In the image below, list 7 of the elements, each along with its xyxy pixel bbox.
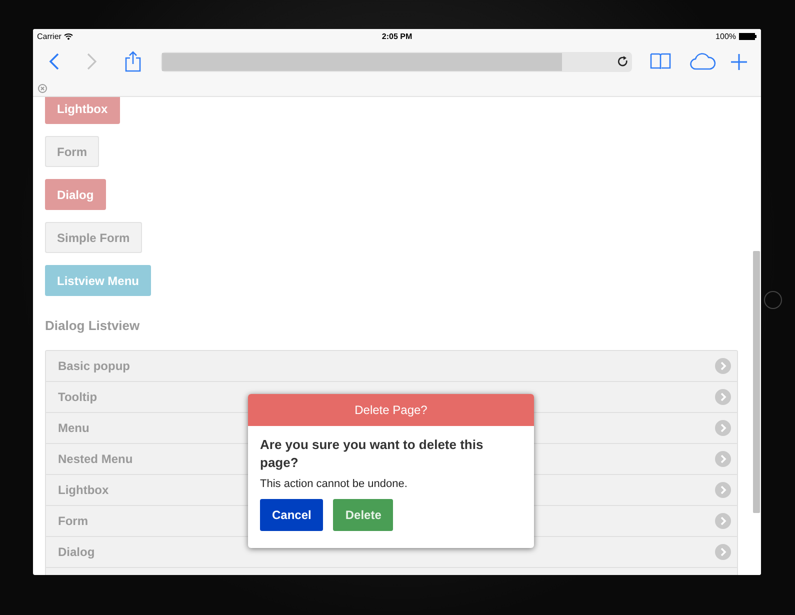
carrier-label: Carrier — [37, 32, 62, 40]
dialog-message: This action cannot be undone. — [260, 478, 408, 490]
section-heading: Dialog Listview — [45, 318, 141, 333]
dialog-question: Are you sure you want to delete this page? — [260, 436, 484, 472]
clock-time: 2:05 PM — [382, 32, 412, 40]
battery-percent: 100% — [716, 32, 736, 40]
dialog-title: Delete Page? — [248, 394, 534, 426]
